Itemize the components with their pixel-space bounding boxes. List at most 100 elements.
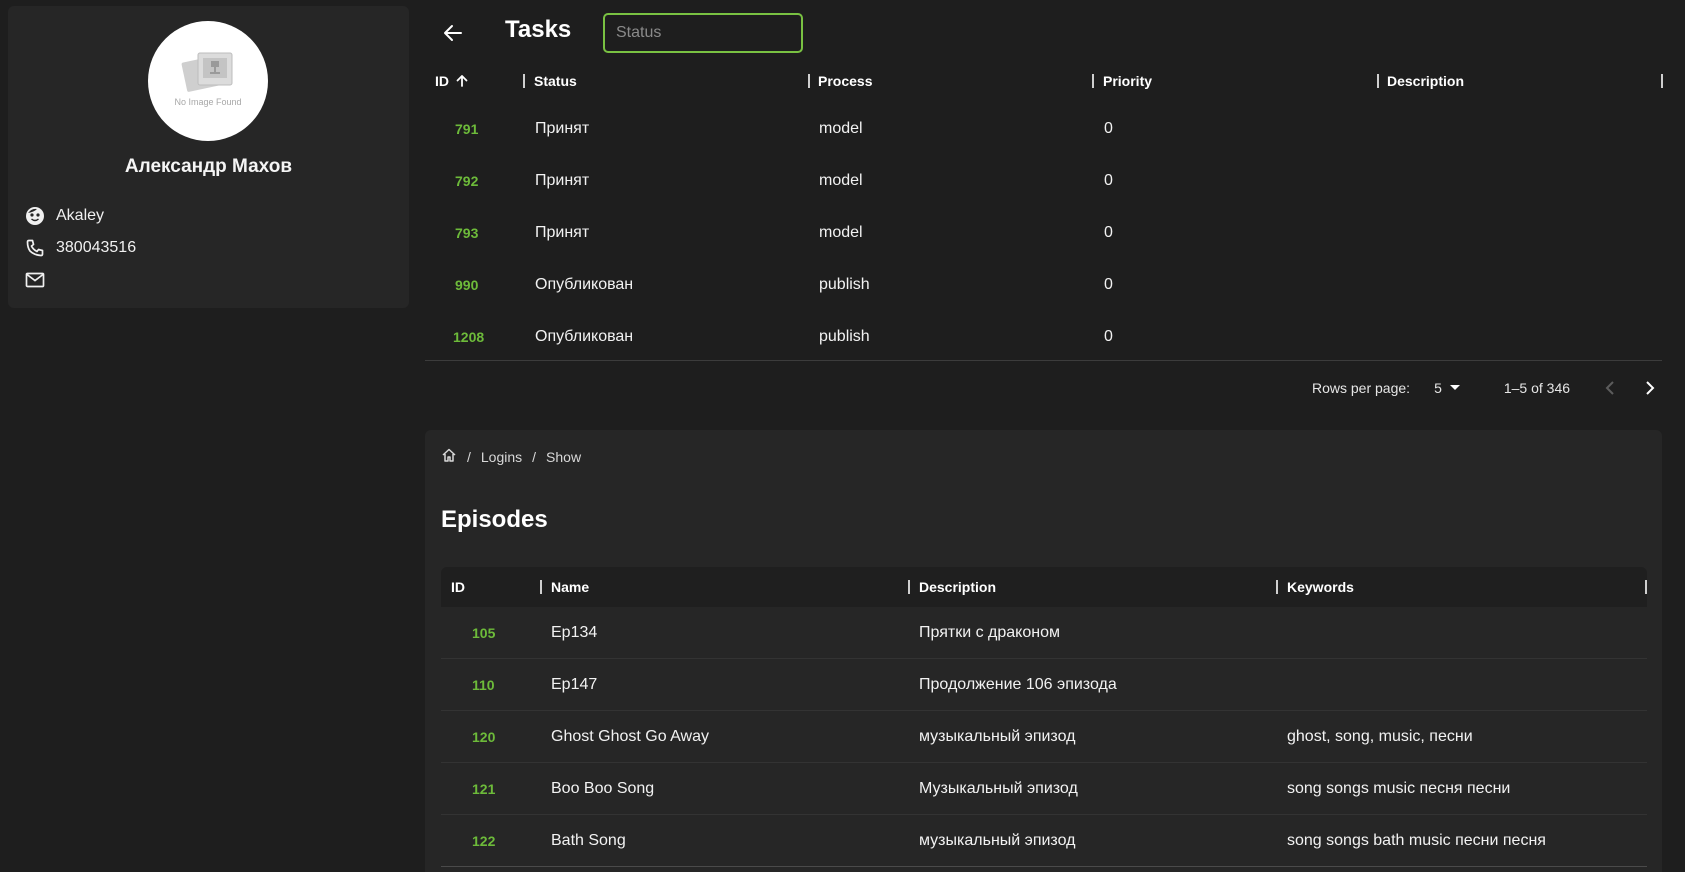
page-title: Tasks <box>505 16 572 43</box>
phone-row: 380043516 <box>24 237 136 259</box>
column-separator[interactable] <box>540 580 542 594</box>
episode-description: музыкальный эпизод <box>919 831 1076 849</box>
task-status: Опубликован <box>535 276 634 293</box>
episode-description: Музыкальный эпизод <box>919 779 1078 797</box>
episode-keywords: song songs music песня песни <box>1287 779 1511 797</box>
column-separator[interactable] <box>908 580 910 594</box>
rows-per-page-select[interactable]: 5 <box>1434 380 1460 396</box>
breadcrumb-item-logins[interactable]: Logins <box>481 449 522 465</box>
back-button[interactable] <box>440 21 466 45</box>
column-separator[interactable] <box>1645 580 1647 594</box>
phone-number: 380043516 <box>56 239 137 256</box>
task-process: model <box>819 172 863 189</box>
task-id-link[interactable]: 791 <box>455 103 478 155</box>
episode-description: музыкальный эпизод <box>919 727 1076 745</box>
next-page-button[interactable] <box>1638 376 1662 400</box>
column-header-id[interactable]: ID <box>451 567 465 607</box>
episode-name: Ghost Ghost Go Away <box>551 727 710 745</box>
episodes-table: ID Name Description Keywords 105 Ep134 П… <box>441 567 1647 872</box>
chevron-left-icon <box>1605 381 1614 395</box>
table-divider <box>425 360 1662 361</box>
task-status: Принят <box>535 172 590 189</box>
task-priority: 0 <box>1104 276 1113 293</box>
task-process: model <box>819 224 863 241</box>
column-header-description[interactable]: Description <box>1387 63 1464 99</box>
task-id-link[interactable]: 1208 <box>453 311 484 363</box>
table-row[interactable]: 105 Ep134 Прятки с драконом <box>441 607 1647 659</box>
column-header-id[interactable]: ID <box>435 63 469 99</box>
column-header-priority[interactable]: Priority <box>1103 63 1152 99</box>
episode-name: Bath Song <box>551 831 626 849</box>
breadcrumb: / Logins / Show <box>441 448 581 465</box>
episode-description: Прятки с драконом <box>919 623 1060 641</box>
column-separator[interactable] <box>1377 74 1379 88</box>
episode-name: Boo Boo Song <box>551 779 655 797</box>
task-status: Принят <box>535 224 590 241</box>
episode-keywords: ghost, song, music, песни <box>1287 727 1473 745</box>
column-header-name[interactable]: Name <box>551 567 589 607</box>
email-row <box>24 269 56 291</box>
table-row[interactable]: 110 Ep147 Продолжение 106 эпизода <box>441 659 1647 711</box>
mail-icon <box>24 269 46 291</box>
home-icon[interactable] <box>441 448 457 465</box>
task-priority: 0 <box>1104 120 1113 137</box>
task-process: publish <box>819 328 870 345</box>
chevron-right-icon <box>1646 381 1655 395</box>
column-separator[interactable] <box>523 74 525 88</box>
task-id-link[interactable]: 793 <box>455 207 478 259</box>
column-header-description[interactable]: Description <box>919 567 996 607</box>
table-row[interactable]: 122 Bath Song музыкальный эпизод song so… <box>441 815 1647 867</box>
task-status: Принят <box>535 120 590 137</box>
tasks-table: ID Status Process Priority Description 7… <box>425 63 1663 363</box>
avatar: No Image Found <box>148 21 268 141</box>
episodes-panel: / Logins / Show Episodes ID Name Descrip… <box>425 430 1662 872</box>
table-row[interactable]: 990 Опубликован publish 0 <box>425 259 1662 311</box>
pagination: Rows per page: 5 1–5 of 346 <box>1312 376 1662 400</box>
episode-name: Ep134 <box>551 623 598 641</box>
arrow-left-icon <box>444 25 462 41</box>
episode-id-link[interactable]: 122 <box>472 815 495 866</box>
episode-id-link[interactable]: 120 <box>472 711 495 762</box>
breadcrumb-separator: / <box>532 448 537 465</box>
username: Akaley <box>56 207 105 224</box>
phone-icon <box>24 237 46 259</box>
username-row: Akaley <box>24 205 104 227</box>
table-row[interactable]: 121 Boo Boo Song Музыкальный эпизод song… <box>441 763 1647 815</box>
table-header: ID Status Process Priority Description <box>425 63 1663 99</box>
episode-id-link[interactable]: 121 <box>472 763 495 814</box>
status-filter-input[interactable] <box>603 13 803 53</box>
sort-ascending-icon[interactable] <box>455 74 469 88</box>
episode-id-link[interactable]: 110 <box>472 659 495 710</box>
task-id-link[interactable]: 990 <box>455 259 478 311</box>
avatar-placeholder-text: No Image Found <box>174 97 242 107</box>
face-icon <box>24 205 46 227</box>
column-separator[interactable] <box>808 74 810 88</box>
column-header-keywords[interactable]: Keywords <box>1287 567 1354 607</box>
column-header-status[interactable]: Status <box>534 63 577 99</box>
column-header-process[interactable]: Process <box>818 63 872 99</box>
task-priority: 0 <box>1104 172 1113 189</box>
table-row[interactable]: 791 Принят model 0 <box>425 103 1662 155</box>
episode-keywords: song songs bath music песни песня <box>1287 831 1546 849</box>
task-status: Опубликован <box>535 328 634 345</box>
table-row[interactable]: 792 Принят model 0 <box>425 155 1662 207</box>
task-id-link[interactable]: 792 <box>455 155 478 207</box>
table-row[interactable]: 1208 Опубликован publish 0 <box>425 311 1662 363</box>
task-process: publish <box>819 276 870 293</box>
column-separator[interactable] <box>1276 580 1278 594</box>
column-separator[interactable] <box>1092 74 1094 88</box>
episode-name: Ep147 <box>551 675 598 693</box>
caret-down-icon <box>1449 385 1460 390</box>
episode-id-link[interactable]: 105 <box>472 607 495 658</box>
previous-page-button[interactable] <box>1598 376 1622 400</box>
profile-name: Александр Махов <box>124 156 293 177</box>
task-priority: 0 <box>1104 224 1113 241</box>
task-process: model <box>819 120 863 137</box>
table-row[interactable]: 793 Принят model 0 <box>425 207 1662 259</box>
rows-per-page-label: Rows per page: <box>1312 380 1411 396</box>
rows-per-page-value: 5 <box>1434 380 1442 396</box>
no-image-icon <box>180 49 236 95</box>
column-separator[interactable] <box>1661 74 1663 88</box>
profile-card: No Image Found Александр Махов Akaley 38… <box>8 6 409 308</box>
table-row[interactable]: 120 Ghost Ghost Go Away музыкальный эпиз… <box>441 711 1647 763</box>
